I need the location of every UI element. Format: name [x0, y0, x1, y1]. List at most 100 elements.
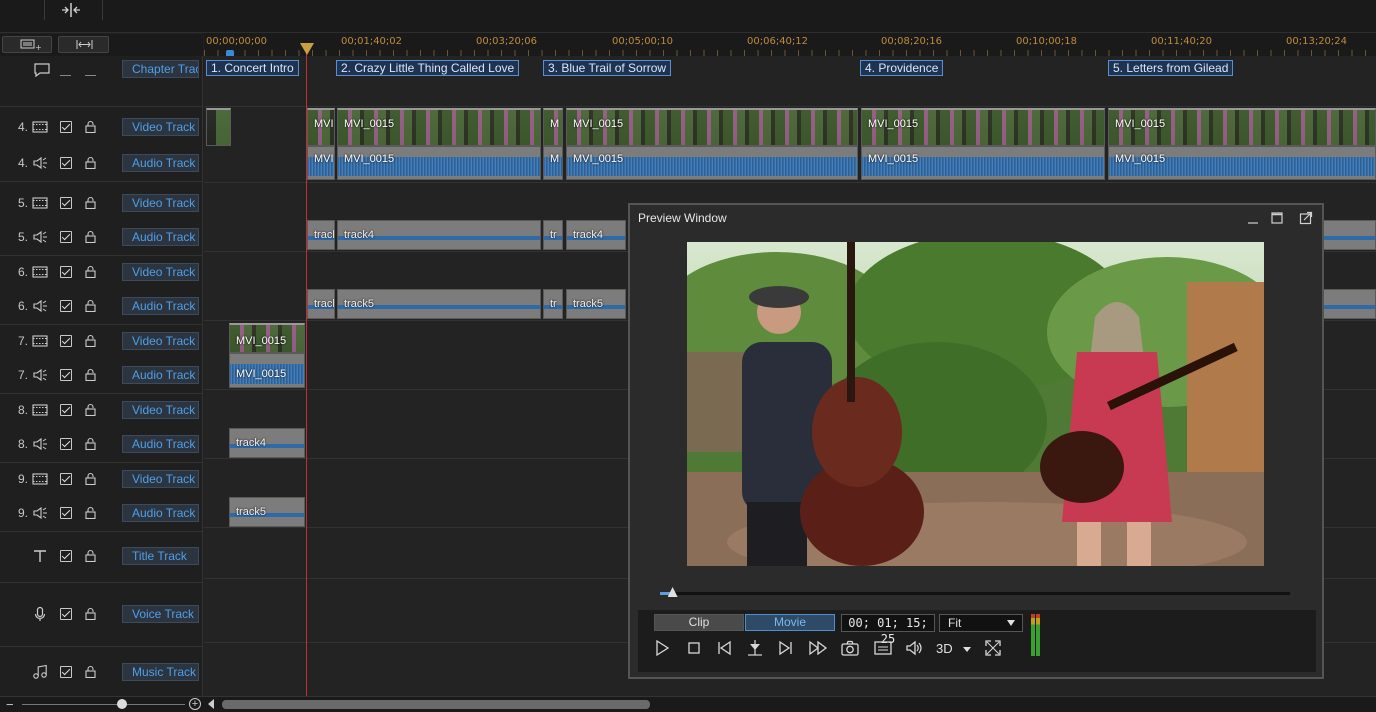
split-clip-icon[interactable]	[745, 638, 765, 658]
timecode-display[interactable]: 00; 01; 15; 25	[841, 614, 935, 646]
zoom-in-icon[interactable]: +	[189, 698, 201, 710]
audio-clip[interactable]: MVI_0015	[229, 353, 305, 388]
audio-clip[interactable]: tr	[543, 220, 563, 250]
lock-icon[interactable]	[85, 549, 96, 562]
play-icon[interactable]	[652, 638, 672, 658]
track-enable-checkbox[interactable]	[60, 334, 72, 347]
track-enable-checkbox[interactable]	[60, 472, 72, 485]
audio-clip[interactable]: track4	[337, 220, 541, 250]
lock-icon[interactable]	[85, 196, 96, 209]
playhead-line[interactable]	[306, 43, 307, 696]
video-clip[interactable]	[206, 108, 231, 146]
lock-icon[interactable]	[85, 230, 96, 243]
video-clip[interactable]: MVI_0015	[1108, 108, 1376, 146]
track-enable-checkbox[interactable]	[60, 550, 72, 562]
zoom-slider-track[interactable]	[22, 704, 185, 705]
chapter-marker[interactable]: 1. Concert Intro	[206, 60, 299, 76]
track-enable-checkbox[interactable]	[60, 121, 72, 133]
stop-icon[interactable]	[684, 638, 704, 658]
video-track-label[interactable]: Video Track	[122, 262, 199, 281]
audio-clip[interactable]	[1322, 289, 1376, 319]
audio-track-label[interactable]: Audio Track	[122, 435, 199, 453]
audio-clip[interactable]	[1322, 220, 1376, 250]
track-manager-button[interactable]: +	[2, 36, 52, 53]
video-clip[interactable]: MVI_0015	[861, 108, 1105, 146]
video-clip[interactable]: MVI	[307, 108, 335, 146]
audio-track-label[interactable]: Audio Track	[122, 297, 199, 315]
video-track-label[interactable]: Video Track	[122, 400, 199, 419]
video-track-label[interactable]: Video Track	[122, 469, 199, 488]
audio-clip[interactable]: track5	[566, 289, 626, 319]
video-clip[interactable]: MVI_0015	[337, 108, 541, 146]
chapter-marker[interactable]: 5. Letters from Gilead	[1108, 60, 1234, 76]
preview-window[interactable]: Preview Window Clip Movie 00; 01; 15; 25…	[628, 203, 1324, 679]
lock-icon[interactable]	[85, 156, 96, 169]
audio-clip[interactable]: MVI	[307, 146, 335, 180]
video-clip[interactable]: MVI_0015	[566, 108, 858, 146]
track-enable-checkbox[interactable]	[60, 196, 72, 209]
previous-frame-icon[interactable]	[714, 638, 734, 658]
lock-icon[interactable]	[85, 334, 96, 347]
split-view-icon[interactable]	[60, 2, 82, 18]
track-enable-checkbox[interactable]	[60, 665, 72, 678]
audio-track-label[interactable]: Audio Track	[122, 154, 199, 172]
video-track-label[interactable]: Video Track	[122, 118, 199, 136]
track-enable-checkbox[interactable]	[60, 438, 72, 450]
track-enable-checkbox[interactable]	[60, 403, 72, 416]
audio-clip[interactable]: track4	[229, 428, 305, 458]
clip-mode-button[interactable]: Clip	[654, 614, 744, 631]
lock-icon[interactable]	[85, 472, 96, 485]
track-enable-checkbox[interactable]	[60, 265, 72, 278]
chevron-down-icon[interactable]	[963, 647, 971, 652]
subtitles-icon[interactable]	[873, 638, 893, 658]
chapter-marker[interactable]: 4. Providence	[860, 60, 944, 76]
next-frame-icon[interactable]	[776, 638, 796, 658]
lock-icon[interactable]	[85, 265, 96, 278]
track-enable-checkbox[interactable]	[60, 231, 72, 243]
lock-icon[interactable]	[85, 607, 96, 620]
lock-icon[interactable]	[85, 120, 96, 133]
zoom-out-icon[interactable]: −	[6, 697, 14, 712]
track-enable-checkbox[interactable]	[60, 608, 72, 620]
audio-track-label[interactable]: Audio Track	[122, 366, 199, 384]
lock-icon[interactable]	[85, 437, 96, 450]
preview-scrub-track[interactable]	[660, 592, 1290, 595]
track-enable-checkbox[interactable]	[60, 300, 72, 312]
horizontal-scrollbar-thumb[interactable]	[222, 700, 650, 709]
audio-clip[interactable]: track5	[337, 289, 541, 319]
track-enable-checkbox[interactable]	[60, 507, 72, 519]
lock-icon[interactable]	[85, 506, 96, 519]
audio-clip[interactable]: M	[543, 146, 563, 180]
audio-clip[interactable]: tr	[543, 289, 563, 319]
fast-forward-icon[interactable]	[808, 638, 828, 658]
track-enable-checkbox[interactable]	[60, 369, 72, 381]
track-enable-checkbox[interactable]	[60, 157, 72, 169]
movie-mode-button[interactable]: Movie	[745, 614, 835, 631]
audio-clip[interactable]: track4	[566, 220, 626, 250]
audio-clip[interactable]: track	[307, 289, 335, 319]
dock-icon[interactable]	[1299, 211, 1313, 225]
audio-track-label[interactable]: Audio Track	[122, 228, 199, 246]
audio-clip[interactable]: track	[307, 220, 335, 250]
voice-track-label[interactable]: Voice Track	[122, 605, 199, 623]
audio-clip[interactable]: MVI_0015	[566, 146, 858, 180]
minimize-icon[interactable]	[1246, 211, 1260, 225]
preview-video-frame[interactable]	[687, 242, 1264, 566]
zoom-slider-knob[interactable]	[117, 699, 127, 709]
timeline-ruler[interactable]: 00;00;00;00 00;01;40;02 00;03;20;06 00;0…	[204, 33, 1376, 56]
video-track-label[interactable]: Video Track	[122, 331, 199, 350]
audio-clip[interactable]: MVI_0015	[1108, 146, 1376, 180]
maximize-icon[interactable]	[1270, 211, 1284, 225]
fullscreen-icon[interactable]	[983, 638, 1003, 658]
zoom-fit-select[interactable]: Fit	[939, 614, 1023, 632]
chapter-marker[interactable]: 3. Blue Trail of Sorrow	[543, 60, 672, 76]
video-track-label[interactable]: Video Track	[122, 193, 199, 212]
lock-icon[interactable]	[85, 299, 96, 312]
lock-icon[interactable]	[85, 403, 96, 416]
music-track-label[interactable]: Music Track	[122, 662, 199, 681]
video-clip[interactable]: M	[543, 108, 563, 146]
audio-clip[interactable]: MVI_0015	[861, 146, 1105, 180]
title-track-label[interactable]: Title Track	[122, 547, 199, 565]
lock-icon[interactable]	[85, 665, 96, 678]
fit-timeline-button[interactable]	[58, 36, 109, 53]
